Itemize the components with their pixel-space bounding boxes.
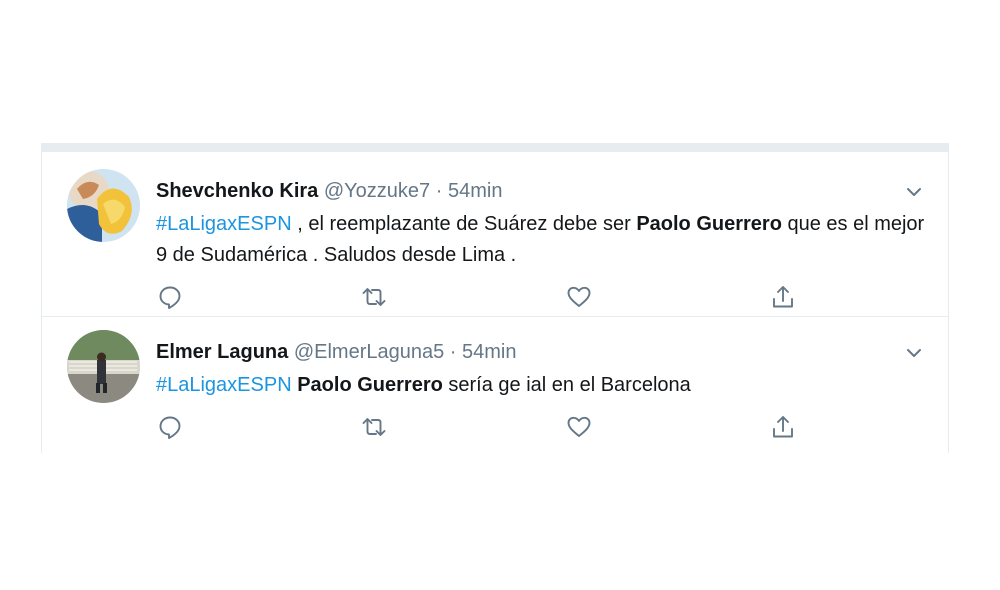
timestamp[interactable]: 54min — [448, 180, 502, 202]
retweet-icon[interactable] — [361, 414, 387, 440]
timestamp[interactable]: 54min — [462, 341, 516, 363]
tweet-actions — [156, 284, 796, 310]
tweet-text-bold: Paolo Guerrero — [636, 213, 782, 235]
hashtag-link[interactable]: #LaLigaxESPN — [156, 213, 292, 235]
tweet-header: Shevchenko Kira @Yozzuke7 · 54min — [156, 180, 502, 203]
chevron-down-icon[interactable] — [904, 182, 924, 202]
tweet-feed: Shevchenko Kira @Yozzuke7 · 54min #LaLig… — [41, 143, 949, 453]
feed-top-border — [42, 143, 948, 152]
tweet-actions — [156, 414, 796, 440]
reply-icon[interactable] — [157, 414, 183, 440]
tweet-text-part: sería ge ial en el Barcelona — [442, 374, 691, 396]
chevron-down-icon[interactable] — [904, 343, 924, 363]
display-name[interactable]: Shevchenko Kira — [156, 180, 318, 202]
tweet[interactable]: Elmer Laguna @ElmerLaguna5 · 54min #LaLi… — [42, 316, 948, 453]
retweet-icon[interactable] — [361, 284, 387, 310]
display-name[interactable]: Elmer Laguna — [156, 341, 288, 363]
tweet-text-part: , el reemplazante de Suárez debe ser — [291, 213, 637, 235]
separator-dot: · — [449, 341, 457, 363]
tweet-text: #LaLigaxESPN , el reemplazante de Suárez… — [156, 209, 926, 271]
hashtag-link[interactable]: #LaLigaxESPN — [156, 374, 292, 396]
tweet-header: Elmer Laguna @ElmerLaguna5 · 54min — [156, 341, 517, 364]
reply-icon[interactable] — [157, 284, 183, 310]
heart-icon[interactable] — [566, 284, 592, 310]
share-icon[interactable] — [770, 414, 796, 440]
separator-dot: · — [435, 180, 443, 202]
share-icon[interactable] — [770, 284, 796, 310]
user-handle[interactable]: @ElmerLaguna5 — [294, 341, 444, 363]
user-handle[interactable]: @Yozzuke7 — [324, 180, 430, 202]
avatar[interactable] — [67, 330, 140, 403]
tweet-text: #LaLigaxESPN Paolo Guerrero sería ge ial… — [156, 370, 926, 401]
heart-icon[interactable] — [566, 414, 592, 440]
tweet-text-bold: Paolo Guerrero — [297, 374, 443, 396]
avatar[interactable] — [67, 169, 140, 242]
tweet[interactable]: Shevchenko Kira @Yozzuke7 · 54min #LaLig… — [42, 152, 948, 316]
